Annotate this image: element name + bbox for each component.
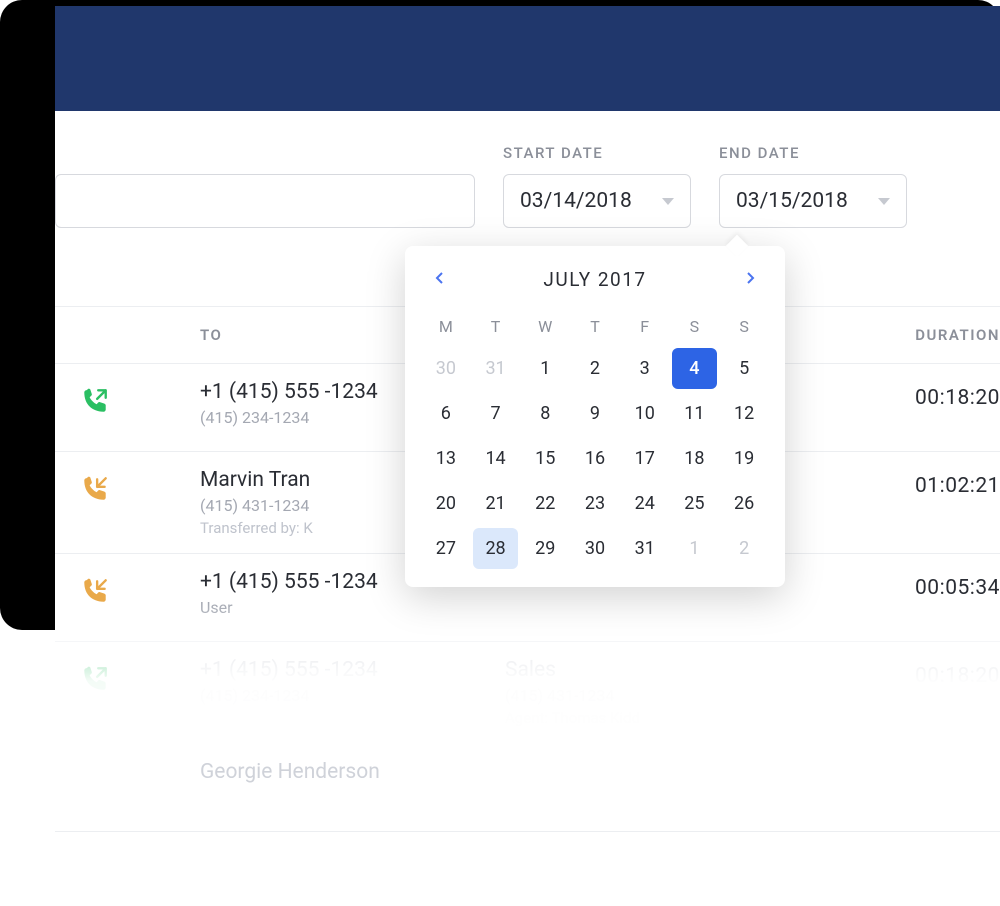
- calendar-day[interactable]: 26: [721, 483, 767, 524]
- calendar-day[interactable]: 1: [672, 528, 718, 569]
- calendar-day[interactable]: 27: [423, 528, 469, 569]
- to-cell: +1 (415) 555 -1234 (415) 234-1234: [135, 658, 505, 705]
- row-icon-cell: [55, 658, 135, 694]
- dropdown-caret-icon: [878, 198, 890, 205]
- calendar-day[interactable]: 18: [672, 438, 718, 479]
- calendar-day[interactable]: 5: [721, 348, 767, 389]
- calendar-day[interactable]: 22: [522, 483, 568, 524]
- calendar-day[interactable]: 30: [572, 528, 618, 569]
- calendar-day[interactable]: 17: [622, 438, 668, 479]
- phone-outgoing-green-icon: [80, 664, 110, 694]
- popover-arrow: [726, 235, 749, 258]
- start-date-value: 03/14/2018: [520, 189, 632, 213]
- calendar-day[interactable]: 11: [672, 393, 718, 434]
- calendar-header: JULY 2017: [423, 266, 767, 293]
- header-bar: [55, 6, 1000, 111]
- phone-incoming-orange-icon: [80, 474, 110, 504]
- end-date-value: 03/15/2018: [736, 189, 848, 213]
- calendar-day[interactable]: 30: [423, 348, 469, 389]
- calendar-day[interactable]: 31: [473, 348, 519, 389]
- calendar-day[interactable]: 29: [522, 528, 568, 569]
- prev-month-button[interactable]: [429, 266, 451, 293]
- row-icon-cell: [55, 468, 135, 504]
- calendar-day[interactable]: 20: [423, 483, 469, 524]
- calendar-dow: S: [721, 309, 767, 344]
- dropdown-caret-icon: [662, 198, 674, 205]
- calendar-day[interactable]: 1: [522, 348, 568, 389]
- to-secondary: (415) 234-1234: [200, 686, 505, 705]
- calendar-day[interactable]: 13: [423, 438, 469, 479]
- calendar-dow: S: [672, 309, 718, 344]
- column-duration: DURATION: [845, 326, 1000, 344]
- calendar-dow: T: [572, 309, 618, 344]
- next-month-button[interactable]: [739, 266, 761, 293]
- calendar-day[interactable]: 4: [672, 348, 718, 389]
- calendar-day[interactable]: 21: [473, 483, 519, 524]
- duration-cell: [845, 760, 1000, 766]
- phone-outgoing-green-icon: [80, 386, 110, 416]
- calendar-dow: M: [423, 309, 469, 344]
- end-date-picker[interactable]: 03/15/2018: [719, 174, 907, 228]
- calendar-day[interactable]: 6: [423, 393, 469, 434]
- calendar-dow: T: [473, 309, 519, 344]
- calendar-day[interactable]: 24: [622, 483, 668, 524]
- phone-incoming-orange-icon: [80, 576, 110, 606]
- chevron-right-icon: [743, 271, 757, 285]
- duration-cell: 00:05:34: [845, 570, 1000, 600]
- chevron-left-icon: [433, 271, 447, 285]
- calendar-day[interactable]: 14: [473, 438, 519, 479]
- to-primary: +1 (415) 555 -1234: [200, 658, 505, 682]
- table-row[interactable]: Georgie Henderson: [55, 744, 1000, 832]
- calendar-day[interactable]: 10: [622, 393, 668, 434]
- start-date-field: START DATE 03/14/2018: [503, 144, 691, 228]
- row-icon-cell: [55, 760, 135, 766]
- calendar-day[interactable]: 7: [473, 393, 519, 434]
- duration-cell: 00:18:20: [845, 380, 1000, 410]
- duration-cell: 01:02:21: [845, 468, 1000, 498]
- calendar-day[interactable]: 23: [572, 483, 618, 524]
- calendar-day[interactable]: 28: [473, 528, 519, 569]
- calendar-day[interactable]: 9: [572, 393, 618, 434]
- to-primary: Georgie Henderson: [200, 760, 505, 784]
- search-input[interactable]: [55, 174, 475, 228]
- calendar-day[interactable]: 15: [522, 438, 568, 479]
- end-date-field: END DATE 03/15/2018: [719, 144, 907, 228]
- from-tertiary: Agent: Thomas Kidd: [505, 709, 845, 727]
- start-date-label: START DATE: [503, 144, 691, 162]
- duration-cell: 00:18:20: [845, 658, 1000, 688]
- row-icon-cell: [55, 570, 135, 606]
- calendar-title: JULY 2017: [543, 268, 646, 291]
- app-panel: START DATE 03/14/2018 END DATE 03/15/201…: [55, 6, 1000, 906]
- calendar-day[interactable]: 2: [721, 528, 767, 569]
- calendar-popover: JULY 2017 MTWTFSS30311234567891011121314…: [405, 246, 785, 587]
- calendar-day[interactable]: 12: [721, 393, 767, 434]
- calendar-day[interactable]: 25: [672, 483, 718, 524]
- calendar-day[interactable]: 19: [721, 438, 767, 479]
- calendar-day[interactable]: 8: [522, 393, 568, 434]
- calendar-day[interactable]: 2: [572, 348, 618, 389]
- calendar-day[interactable]: 16: [572, 438, 618, 479]
- to-cell: Georgie Henderson: [135, 760, 505, 784]
- from-secondary: (415) 431-1234: [505, 686, 845, 705]
- calendar-grid: MTWTFSS303112345678910111213141516171819…: [423, 309, 767, 569]
- calendar-dow: W: [522, 309, 568, 344]
- calendar-day[interactable]: 31: [622, 528, 668, 569]
- start-date-picker[interactable]: 03/14/2018: [503, 174, 691, 228]
- from-cell: Sales (415) 431-1234 Agent: Thomas Kidd: [505, 658, 845, 727]
- to-secondary: User: [200, 598, 505, 617]
- calendar-dow: F: [622, 309, 668, 344]
- table-row[interactable]: +1 (415) 555 -1234 (415) 234-1234Sales (41…: [55, 642, 1000, 744]
- calendar-day[interactable]: 3: [622, 348, 668, 389]
- row-icon-cell: [55, 380, 135, 416]
- filter-row: START DATE 03/14/2018 END DATE 03/15/201…: [55, 144, 1000, 228]
- end-date-label: END DATE: [719, 144, 907, 162]
- from-primary: Sales: [505, 658, 845, 682]
